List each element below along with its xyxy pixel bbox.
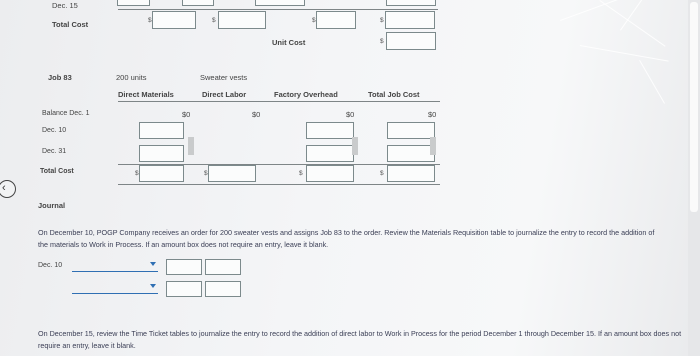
vertical-scrollbar[interactable] — [688, 0, 700, 356]
job-total-dollar-4: $ — [380, 170, 384, 177]
top-dollar-2: $ — [212, 17, 216, 24]
credit-amount-input-1[interactable] — [205, 259, 241, 275]
col-factory-overhead: Factory Overhead — [274, 90, 338, 99]
dec31-direct-materials-input[interactable] — [139, 145, 184, 162]
balance-direct-materials: $0 — [182, 110, 191, 119]
unit-cost-dollar: $ — [380, 38, 384, 45]
top-amount-box-1[interactable] — [117, 0, 150, 6]
top-total-job-cost[interactable] — [385, 11, 435, 29]
column-divider — [430, 137, 436, 155]
dec15-label: Dec. 15 — [52, 1, 78, 10]
product-label: Sweater vests — [200, 73, 248, 82]
top-total-factory-overhead[interactable] — [316, 11, 356, 29]
column-divider — [352, 137, 358, 155]
journal-instruction-1: On December 10, POGP Company receives an… — [38, 228, 655, 249]
dec10-total-job-cost-input[interactable] — [387, 122, 435, 139]
top-total-cost-label: Total Cost — [52, 20, 89, 29]
scrollbar-thumb[interactable] — [690, 2, 698, 212]
account-select-debit[interactable] — [72, 258, 158, 272]
job-total-direct-labor-input[interactable] — [208, 165, 256, 182]
bottom-rule — [118, 184, 440, 185]
job-total-dollar-3: $ — [299, 170, 303, 177]
job-total-job-cost-input[interactable] — [387, 165, 435, 182]
units-label: 200 units — [116, 73, 147, 82]
col-total-job-cost: Total Job Cost — [368, 90, 420, 99]
debit-amount-input-2[interactable] — [166, 281, 202, 297]
chevron-left-icon: ‹ — [2, 182, 6, 194]
back-button[interactable]: ‹ — [0, 180, 16, 198]
dec10-factory-overhead-input[interactable] — [306, 122, 354, 139]
balance-factory-overhead: $0 — [346, 110, 355, 119]
balance-total-job-cost: $0 — [428, 110, 437, 119]
job-label: Job 83 — [48, 73, 72, 82]
caret-down-icon — [150, 284, 156, 288]
top-rule — [118, 9, 438, 10]
top-dollar-4: $ — [380, 17, 384, 24]
row-dec31-label: Dec. 31 — [42, 148, 67, 155]
header-rule — [118, 101, 440, 102]
row-dec10-label: Dec. 10 — [42, 127, 67, 134]
col-direct-materials: Direct Materials — [118, 90, 174, 99]
journal-entry-date: Dec. 10 — [38, 262, 63, 269]
dec10-direct-materials-input[interactable] — [139, 122, 184, 139]
journal-heading: Journal — [38, 201, 66, 210]
top-amount-box-3[interactable] — [255, 0, 305, 6]
balance-label: Balance Dec. 1 — [42, 110, 90, 117]
debit-amount-input[interactable] — [166, 259, 202, 275]
top-amount-box-2[interactable] — [182, 0, 214, 6]
job-total-direct-materials-input[interactable] — [139, 165, 184, 182]
col-direct-labor: Direct Labor — [202, 90, 247, 99]
job-total-factory-overhead-input[interactable] — [306, 165, 354, 182]
account-select-credit[interactable] — [72, 280, 158, 294]
dec31-factory-overhead-input[interactable] — [306, 145, 354, 162]
credit-amount-input-2[interactable] — [205, 281, 241, 297]
top-amount-box-4[interactable] — [386, 0, 436, 6]
column-divider — [188, 137, 194, 155]
balance-direct-labor: $0 — [252, 110, 261, 119]
dec31-total-job-cost-input[interactable] — [387, 145, 435, 162]
job-total-cost-label: Total Cost — [40, 168, 74, 175]
top-total-direct-labor[interactable] — [218, 11, 266, 29]
caret-down-icon — [150, 262, 156, 266]
top-total-direct-materials[interactable] — [152, 11, 196, 29]
unit-cost-input[interactable] — [386, 32, 436, 50]
unit-cost-label: Unit Cost — [272, 38, 306, 47]
journal-instruction-2: On December 15, review the Time Ticket t… — [38, 329, 682, 350]
